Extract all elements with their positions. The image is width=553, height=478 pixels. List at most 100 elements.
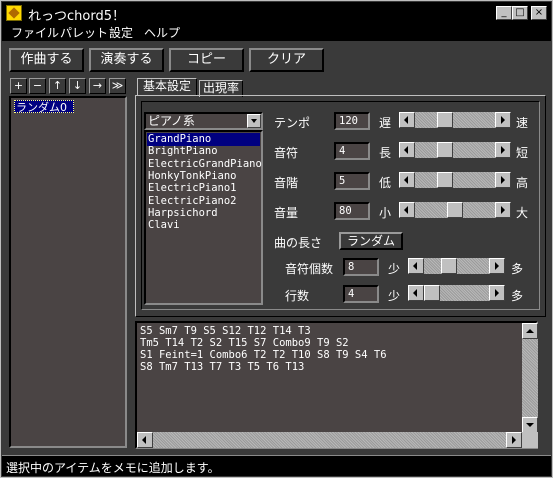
tempo-min-label: 遅 [379, 116, 392, 130]
note-min-label: 長 [379, 146, 392, 160]
scale-increase-arrow[interactable] [495, 172, 511, 188]
minimize-button[interactable]: _ [496, 6, 512, 20]
memo-line: S8 Tm7 T13 T7 T3 T5 T6 T13 [140, 361, 305, 373]
copy-button[interactable]: コピー [169, 48, 244, 72]
note-field[interactable]: 4 [334, 142, 370, 160]
note-count-max-label: 多 [511, 262, 524, 276]
clear-button[interactable]: クリア [249, 48, 324, 72]
scale-min-label: 低 [379, 176, 392, 190]
instrument-option[interactable]: GrandPiano [147, 133, 260, 146]
note-count-slider-thumb[interactable] [441, 258, 458, 274]
menu-help[interactable]: ヘルプ [144, 24, 180, 41]
note-count-decrease-arrow[interactable] [408, 258, 424, 274]
scale-slider[interactable] [399, 172, 511, 188]
scroll-down-arrow-icon[interactable] [522, 417, 538, 433]
volume-label: 音量 [274, 206, 299, 220]
tempo-slider-thumb[interactable] [437, 112, 454, 128]
scale-field[interactable]: 5 [334, 172, 370, 190]
instrument-option[interactable]: Clavi [147, 219, 260, 232]
rows-slider[interactable] [408, 285, 505, 301]
instrument-option[interactable]: BrightPiano [147, 145, 260, 158]
scale-decrease-arrow[interactable] [399, 172, 415, 188]
volume-max-label: 大 [516, 206, 529, 220]
note-increase-arrow[interactable] [495, 142, 511, 158]
status-bar: 選択中のアイテムをメモに追加します。 [2, 455, 551, 476]
note-count-field[interactable]: 8 [343, 258, 379, 276]
app-icon[interactable] [6, 5, 22, 21]
menu-file[interactable]: ファイル [11, 24, 59, 41]
memo-horizontal-scrollbar[interactable] [137, 432, 522, 448]
instrument-list[interactable]: GrandPiano BrightPiano ElectricGrandPiano H… [144, 130, 263, 305]
window-title: れっつchord5！ [28, 9, 125, 24]
note-count-increase-arrow[interactable] [489, 258, 505, 274]
instrument-option[interactable]: ElectricPiano2 [147, 195, 260, 208]
move-up-button[interactable]: ↑ [49, 78, 66, 94]
note-count-slider[interactable] [408, 258, 505, 274]
compose-button[interactable]: 作曲する [9, 48, 84, 72]
memo-line: S1 Feint=1 Combo6 T2 T2 T10 S8 T9 S4 T6 [140, 349, 387, 361]
memo-vertical-scrollbar[interactable] [522, 323, 538, 433]
volume-increase-arrow[interactable] [495, 202, 511, 218]
rows-max-label: 多 [511, 289, 524, 303]
scroll-corner [522, 432, 538, 448]
title-bar[interactable]: れっつchord5！ _ □ × [2, 2, 551, 24]
tempo-field[interactable]: 120 [334, 112, 370, 130]
scroll-left-arrow-icon[interactable] [137, 432, 153, 448]
tempo-increase-arrow[interactable] [495, 112, 511, 128]
instrument-option[interactable]: ElectricGrandPiano [147, 158, 262, 171]
instrument-category-value: ピアノ系 [148, 114, 195, 128]
instrument-option[interactable]: Harpsichord [147, 207, 260, 220]
tempo-decrease-arrow[interactable] [399, 112, 415, 128]
close-button[interactable]: × [531, 6, 547, 20]
send-all-button[interactable]: ≫ [109, 78, 126, 94]
instrument-option[interactable]: HonkyTonkPiano [147, 170, 260, 183]
scale-label: 音階 [274, 176, 299, 190]
scroll-right-arrow-icon[interactable] [506, 432, 522, 448]
instrument-option[interactable]: ElectricPiano1 [147, 182, 260, 195]
note-label: 音符 [274, 146, 299, 160]
rows-min-label: 少 [388, 289, 401, 303]
volume-decrease-arrow[interactable] [399, 202, 415, 218]
memo-list[interactable]: ランダム0 [9, 96, 127, 448]
volume-field[interactable]: 80 [334, 202, 370, 220]
volume-slider-thumb[interactable] [447, 202, 463, 218]
menu-settings[interactable]: 設定 [109, 24, 133, 41]
memo-textarea[interactable]: S5 Sm7 T9 S5 S12 T12 T14 T3 Tm5 T14 T2 S… [135, 321, 538, 449]
play-button[interactable]: 演奏する [89, 48, 164, 72]
tempo-slider[interactable] [399, 112, 511, 128]
add-memo-button[interactable]: + [10, 78, 27, 94]
status-text: 選択中のアイテムをメモに追加します。 [6, 461, 220, 475]
volume-slider[interactable] [399, 202, 511, 218]
rows-label: 行数 [285, 289, 310, 303]
scroll-up-arrow-icon[interactable] [522, 323, 538, 339]
remove-memo-button[interactable]: − [29, 78, 46, 94]
note-count-min-label: 少 [388, 262, 401, 276]
scale-max-label: 高 [516, 176, 529, 190]
scale-slider-thumb[interactable] [437, 172, 454, 188]
note-decrease-arrow[interactable] [399, 142, 415, 158]
instrument-category-select[interactable]: ピアノ系 [144, 112, 263, 130]
send-right-button[interactable]: → [89, 78, 106, 94]
tempo-label: テンポ [274, 116, 311, 130]
random-length-button[interactable]: ランダム [339, 232, 403, 250]
memo-line: S5 Sm7 T9 S5 S12 T12 T14 T3 [140, 325, 311, 337]
rows-decrease-arrow[interactable] [408, 285, 424, 301]
note-max-label: 短 [516, 146, 529, 160]
note-count-label: 音符個数 [285, 262, 334, 276]
note-slider-thumb[interactable] [437, 142, 454, 158]
rows-slider-thumb[interactable] [424, 285, 440, 301]
note-slider[interactable] [399, 142, 511, 158]
move-down-button[interactable]: ↓ [69, 78, 86, 94]
length-label: 曲の長さ [274, 236, 323, 250]
volume-min-label: 小 [379, 206, 392, 220]
tab-basic-settings[interactable]: 基本設定 [137, 78, 197, 96]
maximize-button[interactable]: □ [512, 6, 528, 20]
rows-field[interactable]: 4 [343, 285, 379, 303]
tempo-max-label: 速 [516, 116, 529, 130]
menu-bar: ファイル パレット 設定 ヘルプ [2, 23, 551, 41]
list-item[interactable]: ランダム0 [14, 100, 74, 114]
chevron-down-icon[interactable] [247, 114, 261, 128]
menu-palette[interactable]: パレット [60, 24, 108, 41]
app-window: れっつchord5！ _ □ × ファイル パレット 設定 ヘルプ 作曲する 演… [0, 0, 553, 478]
rows-increase-arrow[interactable] [489, 285, 505, 301]
